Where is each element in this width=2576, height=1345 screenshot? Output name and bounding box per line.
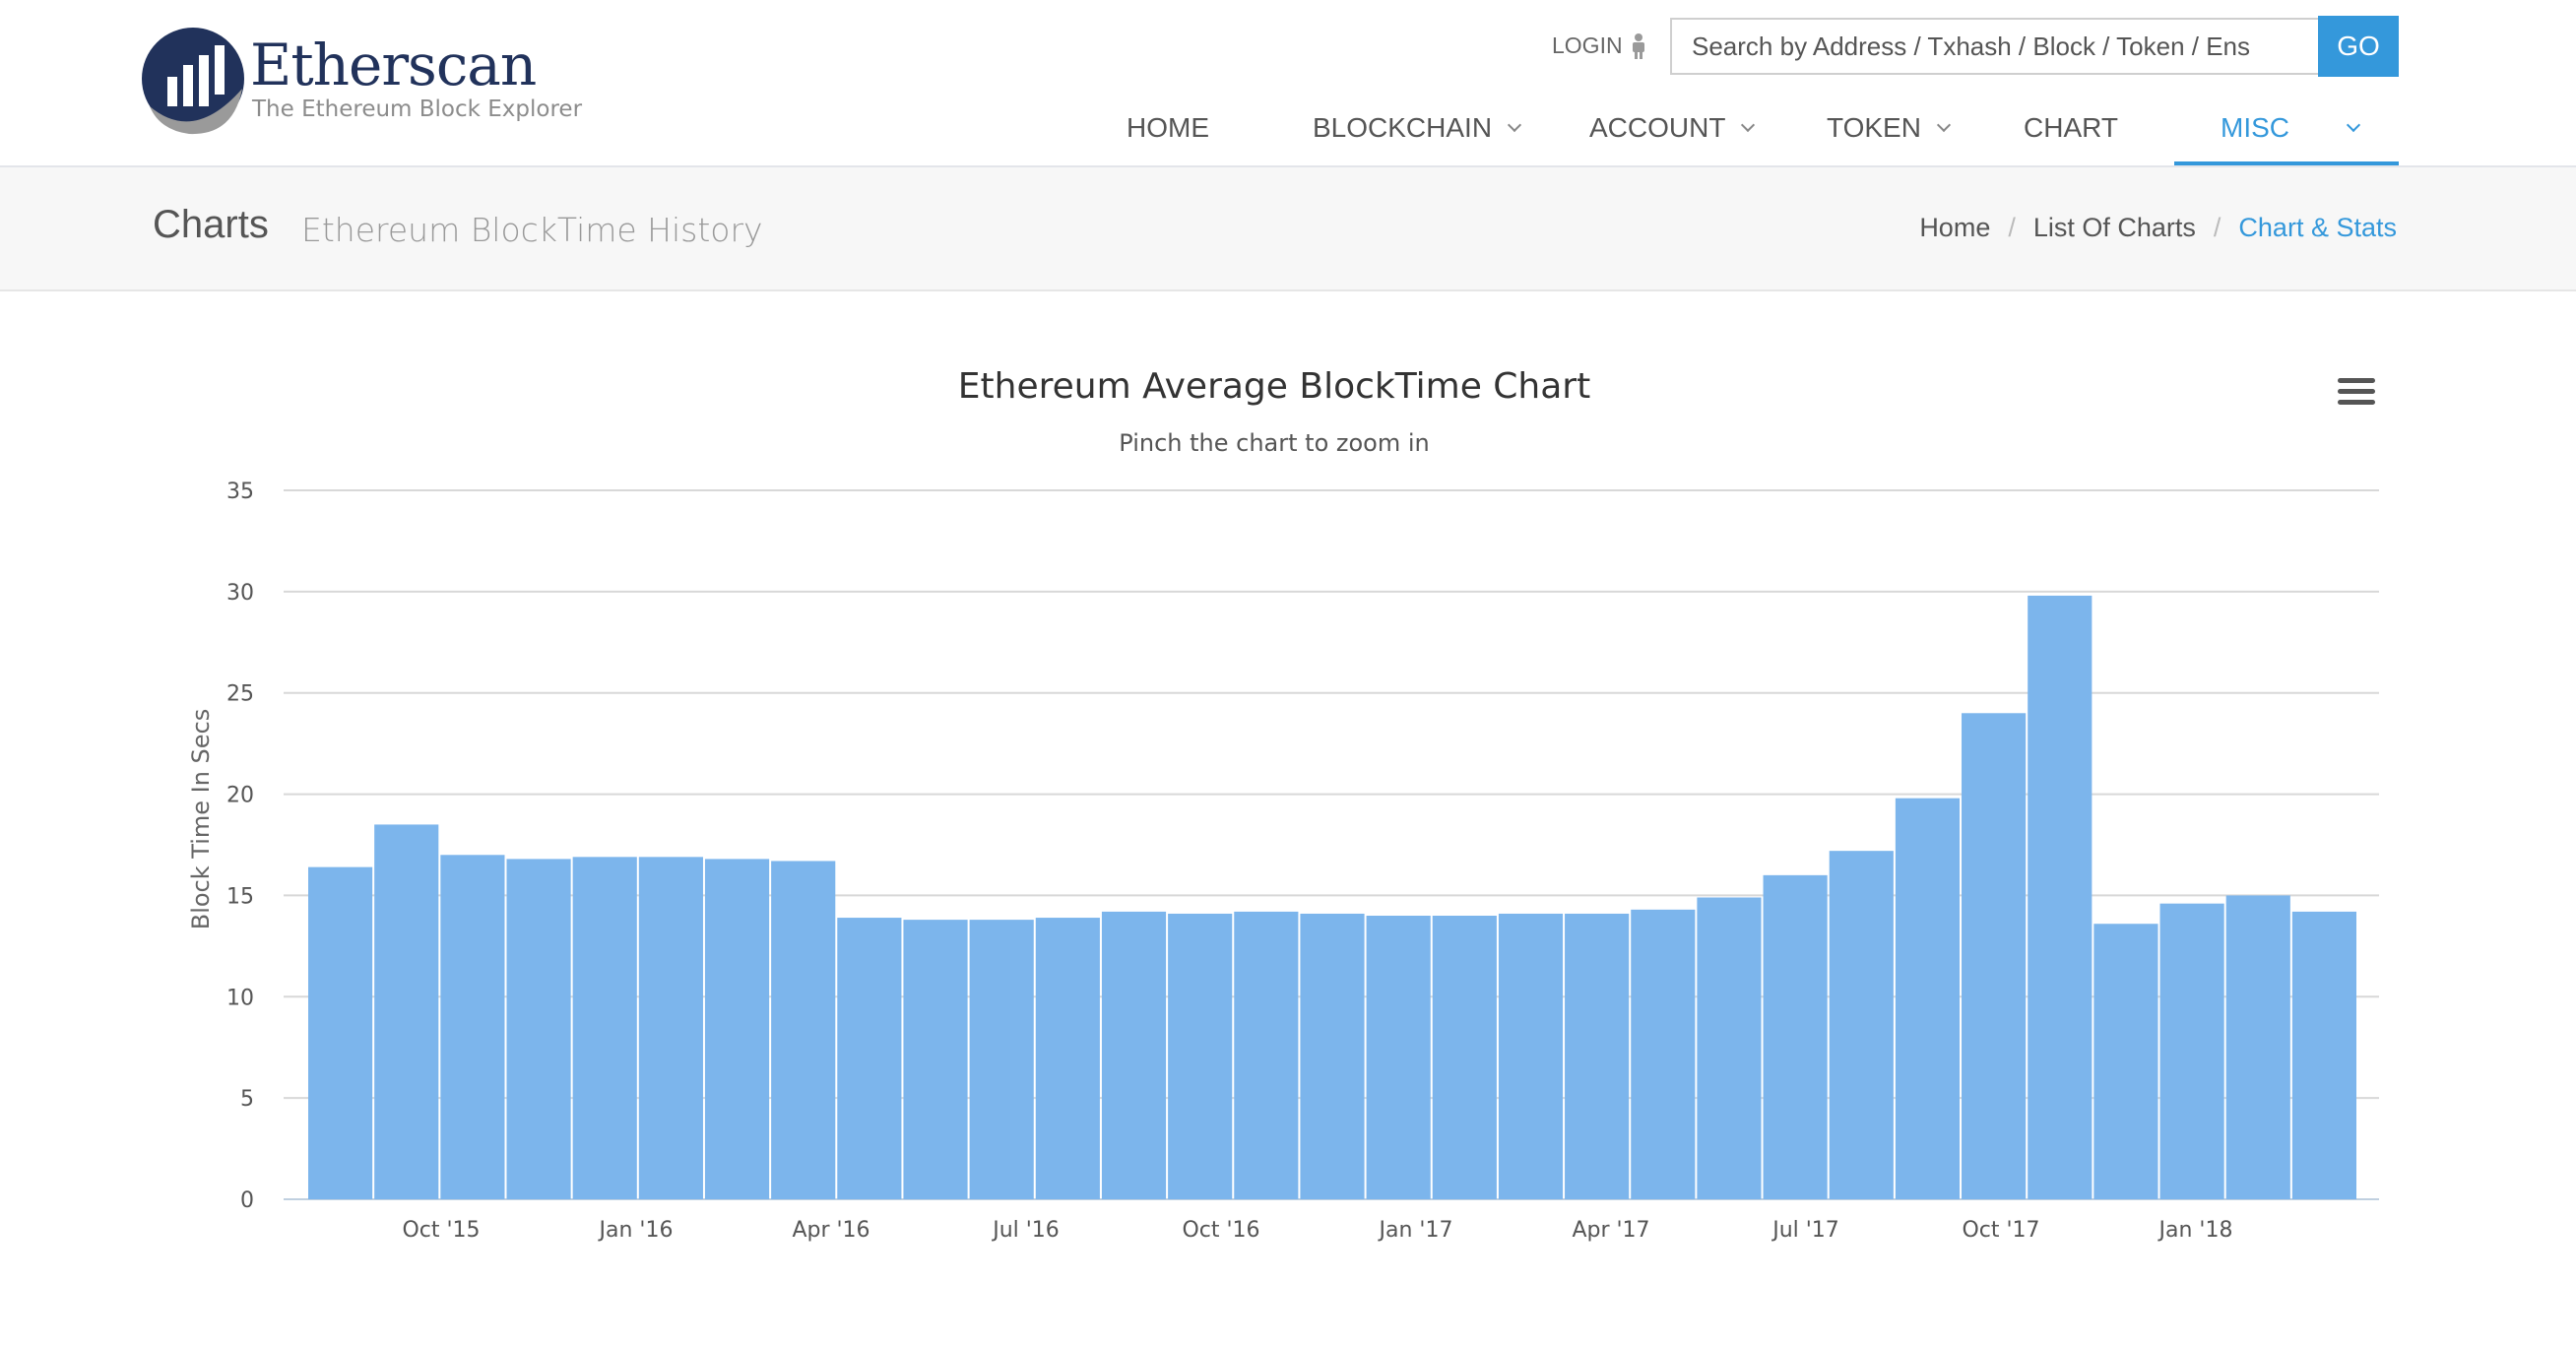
nav-misc[interactable]: MISC [2221, 112, 2361, 144]
chevron-down-icon [1741, 117, 1756, 133]
chart-bar[interactable] [903, 920, 968, 1199]
x-tick-label: Apr '17 [1572, 1218, 1649, 1243]
breadcrumb-list-of-charts[interactable]: List Of Charts [2033, 213, 2196, 243]
search-input[interactable] [1670, 18, 2318, 75]
login-label: LOGIN [1552, 32, 1623, 58]
chart-bar[interactable] [308, 866, 373, 1199]
chart-bar[interactable] [572, 857, 637, 1199]
x-tick-label: Jan '16 [598, 1218, 674, 1243]
x-tick-label: Oct '16 [1182, 1218, 1259, 1243]
x-tick-label: Jan '17 [1378, 1218, 1453, 1243]
login-link[interactable]: LOGIN [1552, 32, 1646, 59]
chart-bar[interactable] [1168, 913, 1233, 1199]
chart-bar[interactable] [1035, 918, 1100, 1199]
chart-bar[interactable] [1895, 798, 1961, 1199]
chart-bar[interactable] [1697, 897, 1762, 1199]
nav-chart-label: CHART [2024, 112, 2118, 143]
chart-bar[interactable] [1763, 874, 1828, 1199]
chart-bar[interactable] [2225, 895, 2290, 1199]
chart-bar[interactable] [704, 859, 770, 1199]
x-tick-label: Jul '17 [1771, 1218, 1839, 1243]
chart-subtitle: Pinch the chart to zoom in [1119, 429, 1429, 457]
y-axis-label: Block Time In Secs [187, 709, 215, 930]
chart-title: Ethereum Average BlockTime Chart [958, 366, 1590, 407]
nav-home[interactable]: HOME [1127, 112, 1209, 144]
chevron-down-icon [1936, 117, 1952, 133]
y-tick-label: 35 [226, 480, 254, 504]
nav-account[interactable]: ACCOUNT [1589, 112, 1756, 144]
chart-bar[interactable] [1234, 911, 1299, 1199]
nav-token-label: TOKEN [1827, 112, 1921, 143]
etherscan-logo[interactable]: Etherscan The Ethereum Block Explorer [140, 26, 582, 136]
y-tick-label: 30 [226, 581, 254, 606]
site-header: Etherscan The Ethereum Block Explorer LO… [0, 0, 2576, 167]
nav-home-label: HOME [1127, 112, 1209, 143]
chart-bar[interactable] [1101, 911, 1167, 1199]
chevron-down-icon [2346, 117, 2361, 133]
x-tick-label: Jul '16 [991, 1218, 1060, 1243]
breadcrumb-current: Chart & Stats [2238, 213, 2397, 242]
chart-bar[interactable] [1366, 916, 1431, 1199]
page-subtitle: Ethereum BlockTime History [301, 211, 763, 249]
chart-bar[interactable] [837, 918, 902, 1199]
user-icon [1632, 32, 1644, 59]
chart-bar[interactable] [638, 857, 703, 1199]
brand-name: Etherscan [250, 32, 537, 98]
chart-bar[interactable] [374, 824, 439, 1199]
page-header-bar: Charts Ethereum BlockTime History Home /… [0, 167, 2576, 291]
chart-bar[interactable] [506, 859, 571, 1199]
chart-bar[interactable] [440, 855, 505, 1199]
y-tick-label: 0 [240, 1188, 254, 1213]
nav-chart[interactable]: CHART [2024, 112, 2118, 144]
breadcrumb-home[interactable]: Home [1919, 213, 1990, 243]
chart-bar[interactable] [2093, 924, 2158, 1199]
chart-bar[interactable] [2291, 911, 2356, 1199]
breadcrumb-separator: / [2008, 213, 2016, 242]
chart-bar[interactable] [1631, 909, 1696, 1199]
nav-active-indicator [2174, 161, 2399, 165]
chart-bar[interactable] [1829, 851, 1894, 1199]
chart-bar[interactable] [1962, 713, 2027, 1199]
x-tick-label: Jan '18 [2157, 1218, 2233, 1243]
breadcrumb: Home / List Of Charts / Chart & Stats [1919, 213, 2397, 243]
x-tick-label: Oct '17 [1962, 1218, 2039, 1243]
y-tick-label: 15 [226, 884, 254, 909]
y-tick-label: 10 [226, 986, 254, 1010]
x-tick-label: Oct '15 [402, 1218, 480, 1243]
nav-misc-label: MISC [2221, 112, 2289, 143]
breadcrumb-separator: / [2213, 213, 2222, 242]
search-go-button[interactable]: GO [2318, 16, 2399, 77]
etherscan-logo-mark-icon [142, 28, 244, 135]
chart-bar[interactable] [1565, 913, 1630, 1199]
nav-token[interactable]: TOKEN [1827, 112, 1952, 144]
nav-blockchain[interactable]: BLOCKCHAIN [1313, 112, 1522, 144]
nav-account-label: ACCOUNT [1589, 112, 1726, 143]
page-title: Charts [153, 203, 269, 246]
x-tick-label: Apr '16 [792, 1218, 869, 1243]
chart-bar[interactable] [2159, 903, 2224, 1199]
chart-bar[interactable] [969, 920, 1034, 1199]
chart-bar[interactable] [771, 861, 836, 1199]
y-tick-label: 20 [226, 784, 254, 808]
blocktime-chart[interactable]: Ethereum Average BlockTime Chart Pinch t… [0, 335, 2576, 1280]
chevron-down-icon [1507, 117, 1522, 133]
brand-tagline: The Ethereum Block Explorer [252, 96, 583, 122]
y-tick-label: 5 [240, 1087, 254, 1112]
y-tick-label: 25 [226, 682, 254, 707]
nav-blockchain-label: BLOCKCHAIN [1313, 112, 1493, 143]
chart-bar[interactable] [1432, 916, 1497, 1199]
chart-bar[interactable] [2028, 595, 2093, 1199]
chart-bar[interactable] [1498, 913, 1564, 1199]
chart-bar[interactable] [1300, 913, 1365, 1199]
